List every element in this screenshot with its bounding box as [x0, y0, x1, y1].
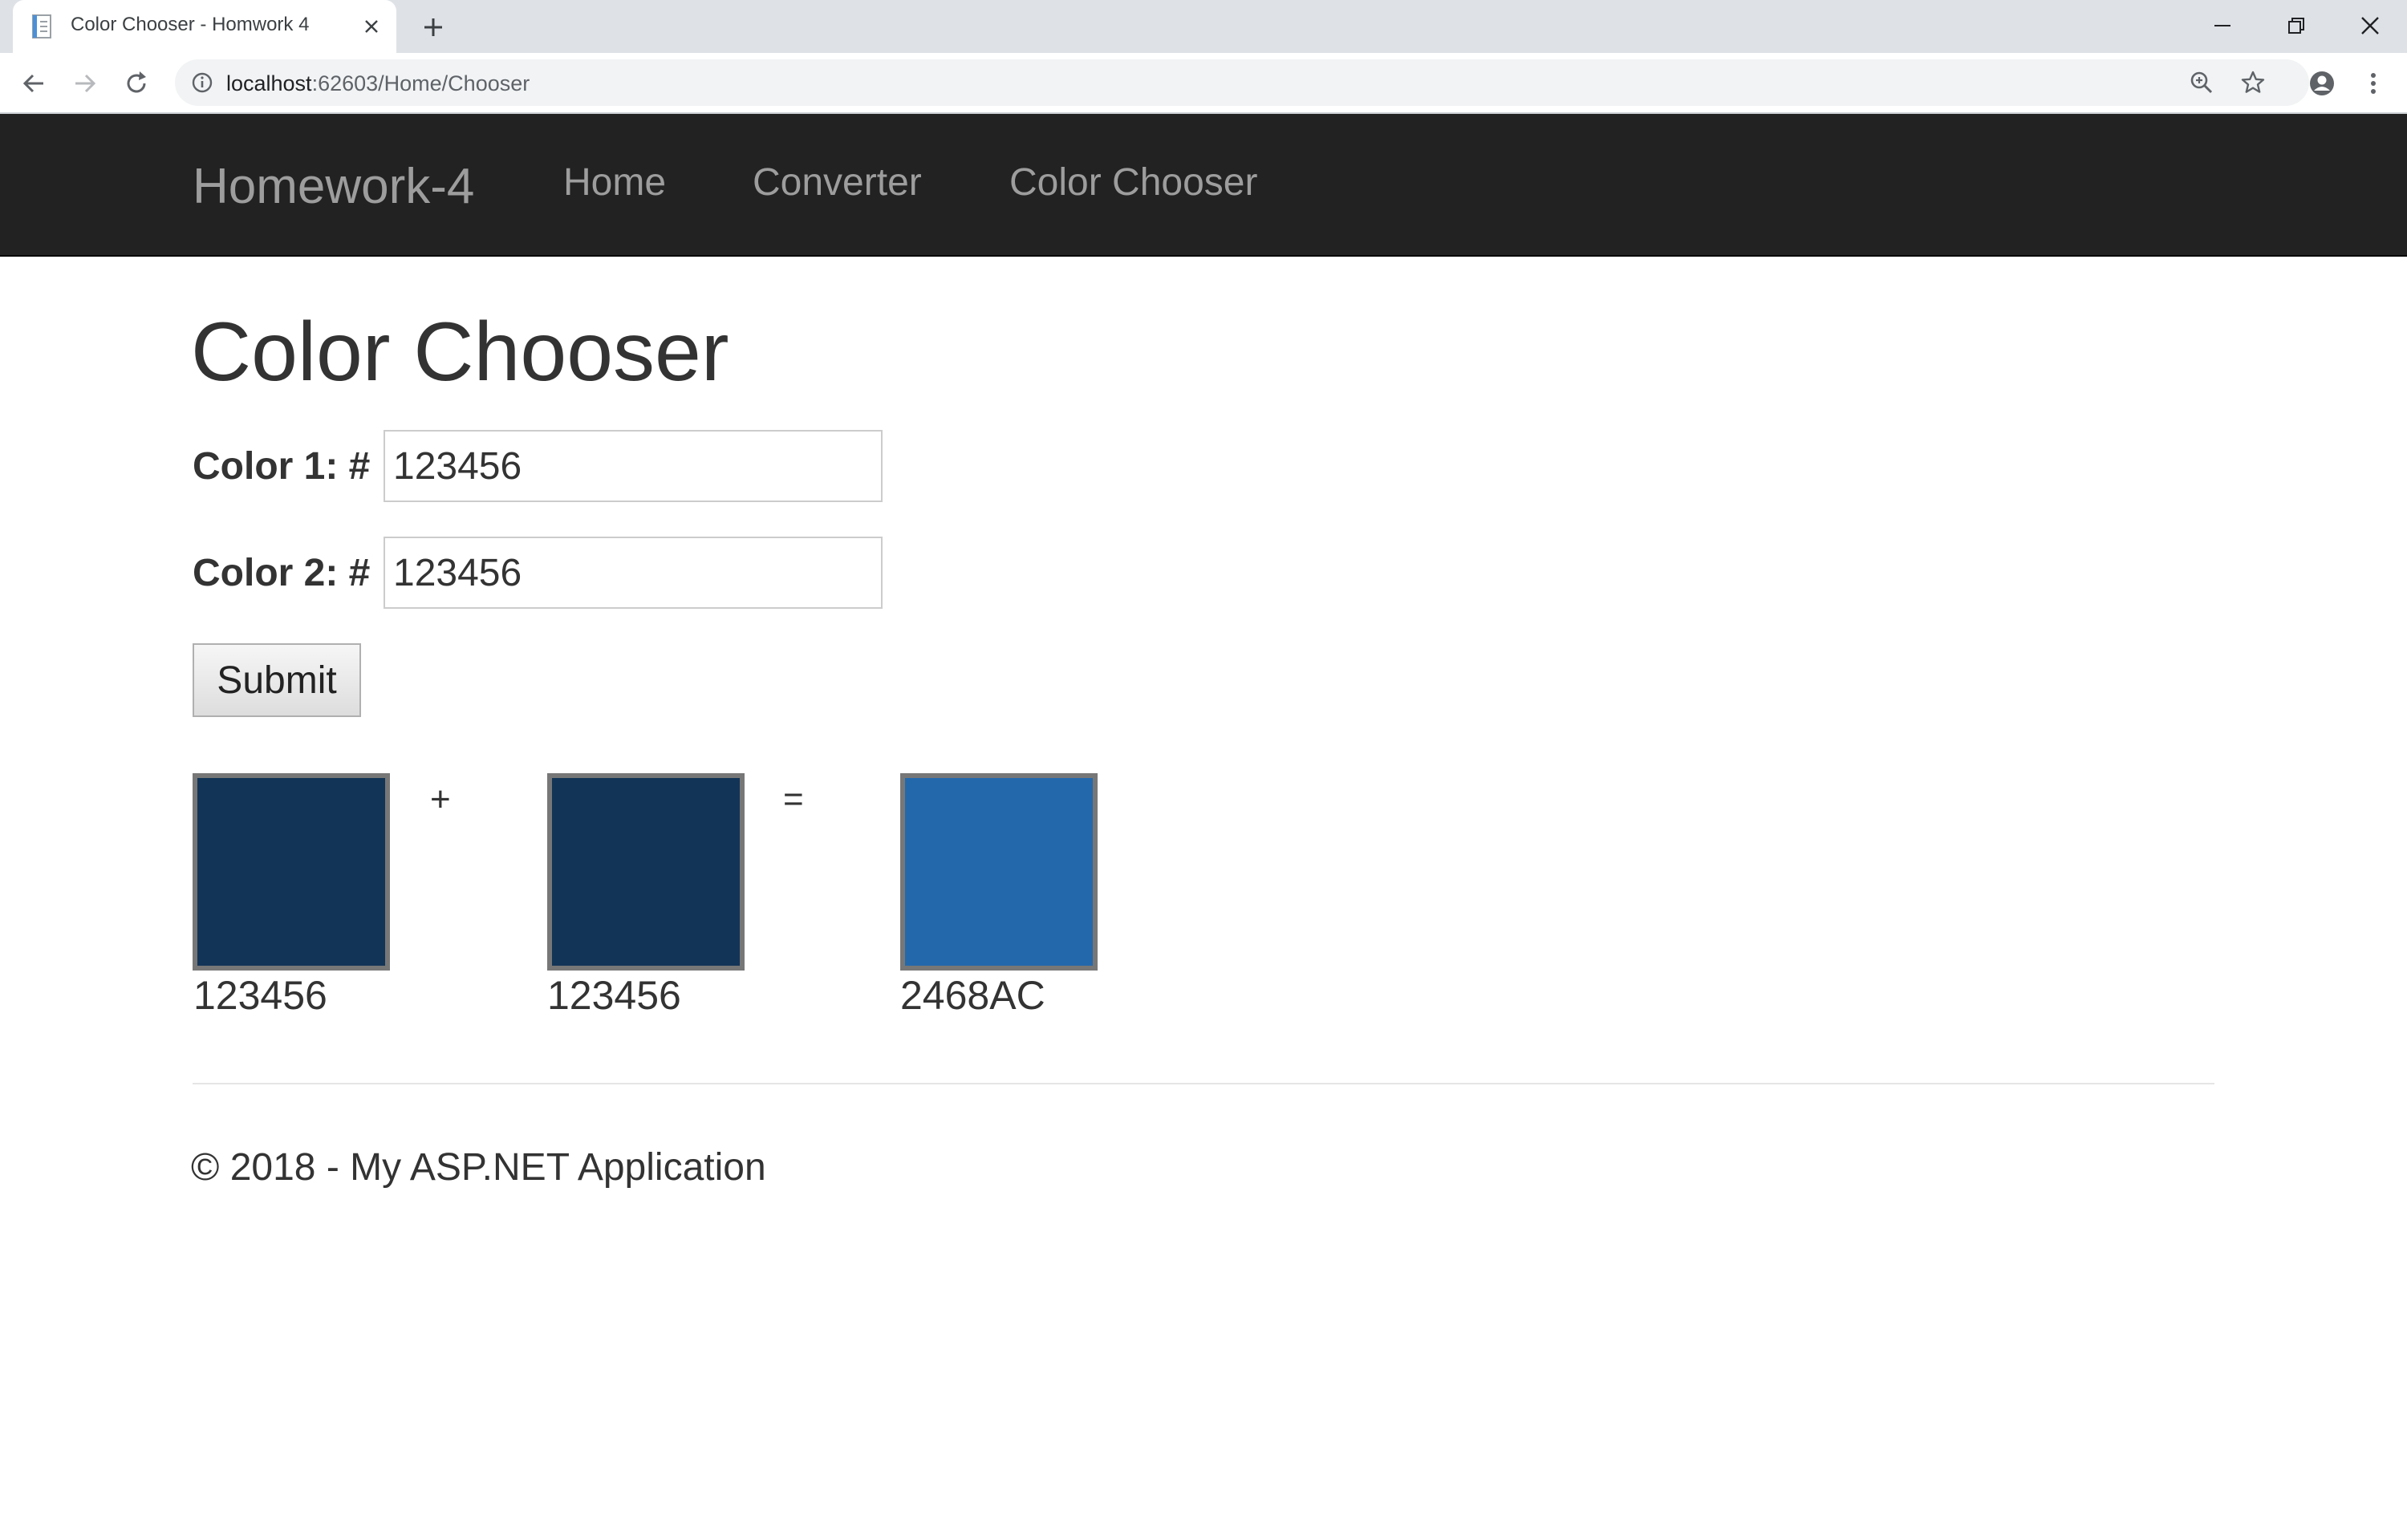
mixed-hex-label: 2468AC: [900, 973, 1045, 1018]
browser-tab[interactable]: Color Chooser - Homwork 4: [13, 0, 396, 53]
back-arrow-icon[interactable]: [18, 67, 50, 99]
site-navbar: Homework-4 Home Converter Color Chooser: [0, 114, 2407, 257]
star-icon[interactable]: [2240, 70, 2266, 95]
forward-arrow-icon[interactable]: [69, 67, 101, 99]
color2-hex-label: 123456: [547, 973, 681, 1018]
url-text[interactable]: localhost:62603/Home/Chooser: [226, 71, 530, 96]
close-icon[interactable]: [359, 14, 384, 38]
nav-link-color-chooser[interactable]: Color Chooser: [1009, 160, 1257, 205]
page-title: Color Chooser: [191, 306, 729, 399]
nav-link-converter[interactable]: Converter: [753, 160, 922, 205]
color2-input[interactable]: [384, 537, 883, 609]
color1-hex-label: 123456: [193, 973, 327, 1018]
browser-toolbar: localhost:62603/Home/Chooser: [0, 53, 2407, 112]
account-icon[interactable]: [2306, 67, 2338, 99]
browser-tab-strip: Color Chooser - Homwork 4: [0, 0, 2407, 53]
color1-input[interactable]: [384, 430, 883, 502]
url-host: localhost: [226, 71, 312, 95]
navbar-brand[interactable]: Homework-4: [193, 158, 474, 215]
mixed-color-swatch: [900, 773, 1098, 971]
color1-swatch: [193, 773, 390, 971]
close-window-icon[interactable]: [2354, 10, 2386, 42]
plus-icon[interactable]: [419, 13, 448, 42]
footer-copyright: © 2018 - My ASP.NET Application: [191, 1146, 766, 1189]
submit-button[interactable]: Submit: [193, 643, 361, 717]
nav-link-home[interactable]: Home: [563, 160, 666, 205]
color2-label: Color 2: #: [193, 552, 371, 594]
minimize-icon[interactable]: [2206, 10, 2239, 42]
restore-icon[interactable]: [2280, 10, 2312, 42]
url-path: :62603/Home/Chooser: [311, 71, 530, 95]
address-bar[interactable]: localhost:62603/Home/Chooser: [175, 59, 2309, 106]
equals-sign: =: [783, 780, 804, 819]
info-icon[interactable]: [191, 71, 213, 94]
reload-icon[interactable]: [120, 67, 152, 99]
tab-title: Color Chooser - Homwork 4: [71, 14, 310, 35]
footer-divider: [193, 1083, 2214, 1084]
more-vertical-icon[interactable]: [2357, 67, 2389, 99]
color1-label: Color 1: #: [193, 445, 371, 488]
zoom-icon[interactable]: [2189, 70, 2214, 95]
page-favicon-icon: [32, 14, 51, 38]
plus-sign: +: [430, 780, 451, 819]
color2-swatch: [547, 773, 745, 971]
